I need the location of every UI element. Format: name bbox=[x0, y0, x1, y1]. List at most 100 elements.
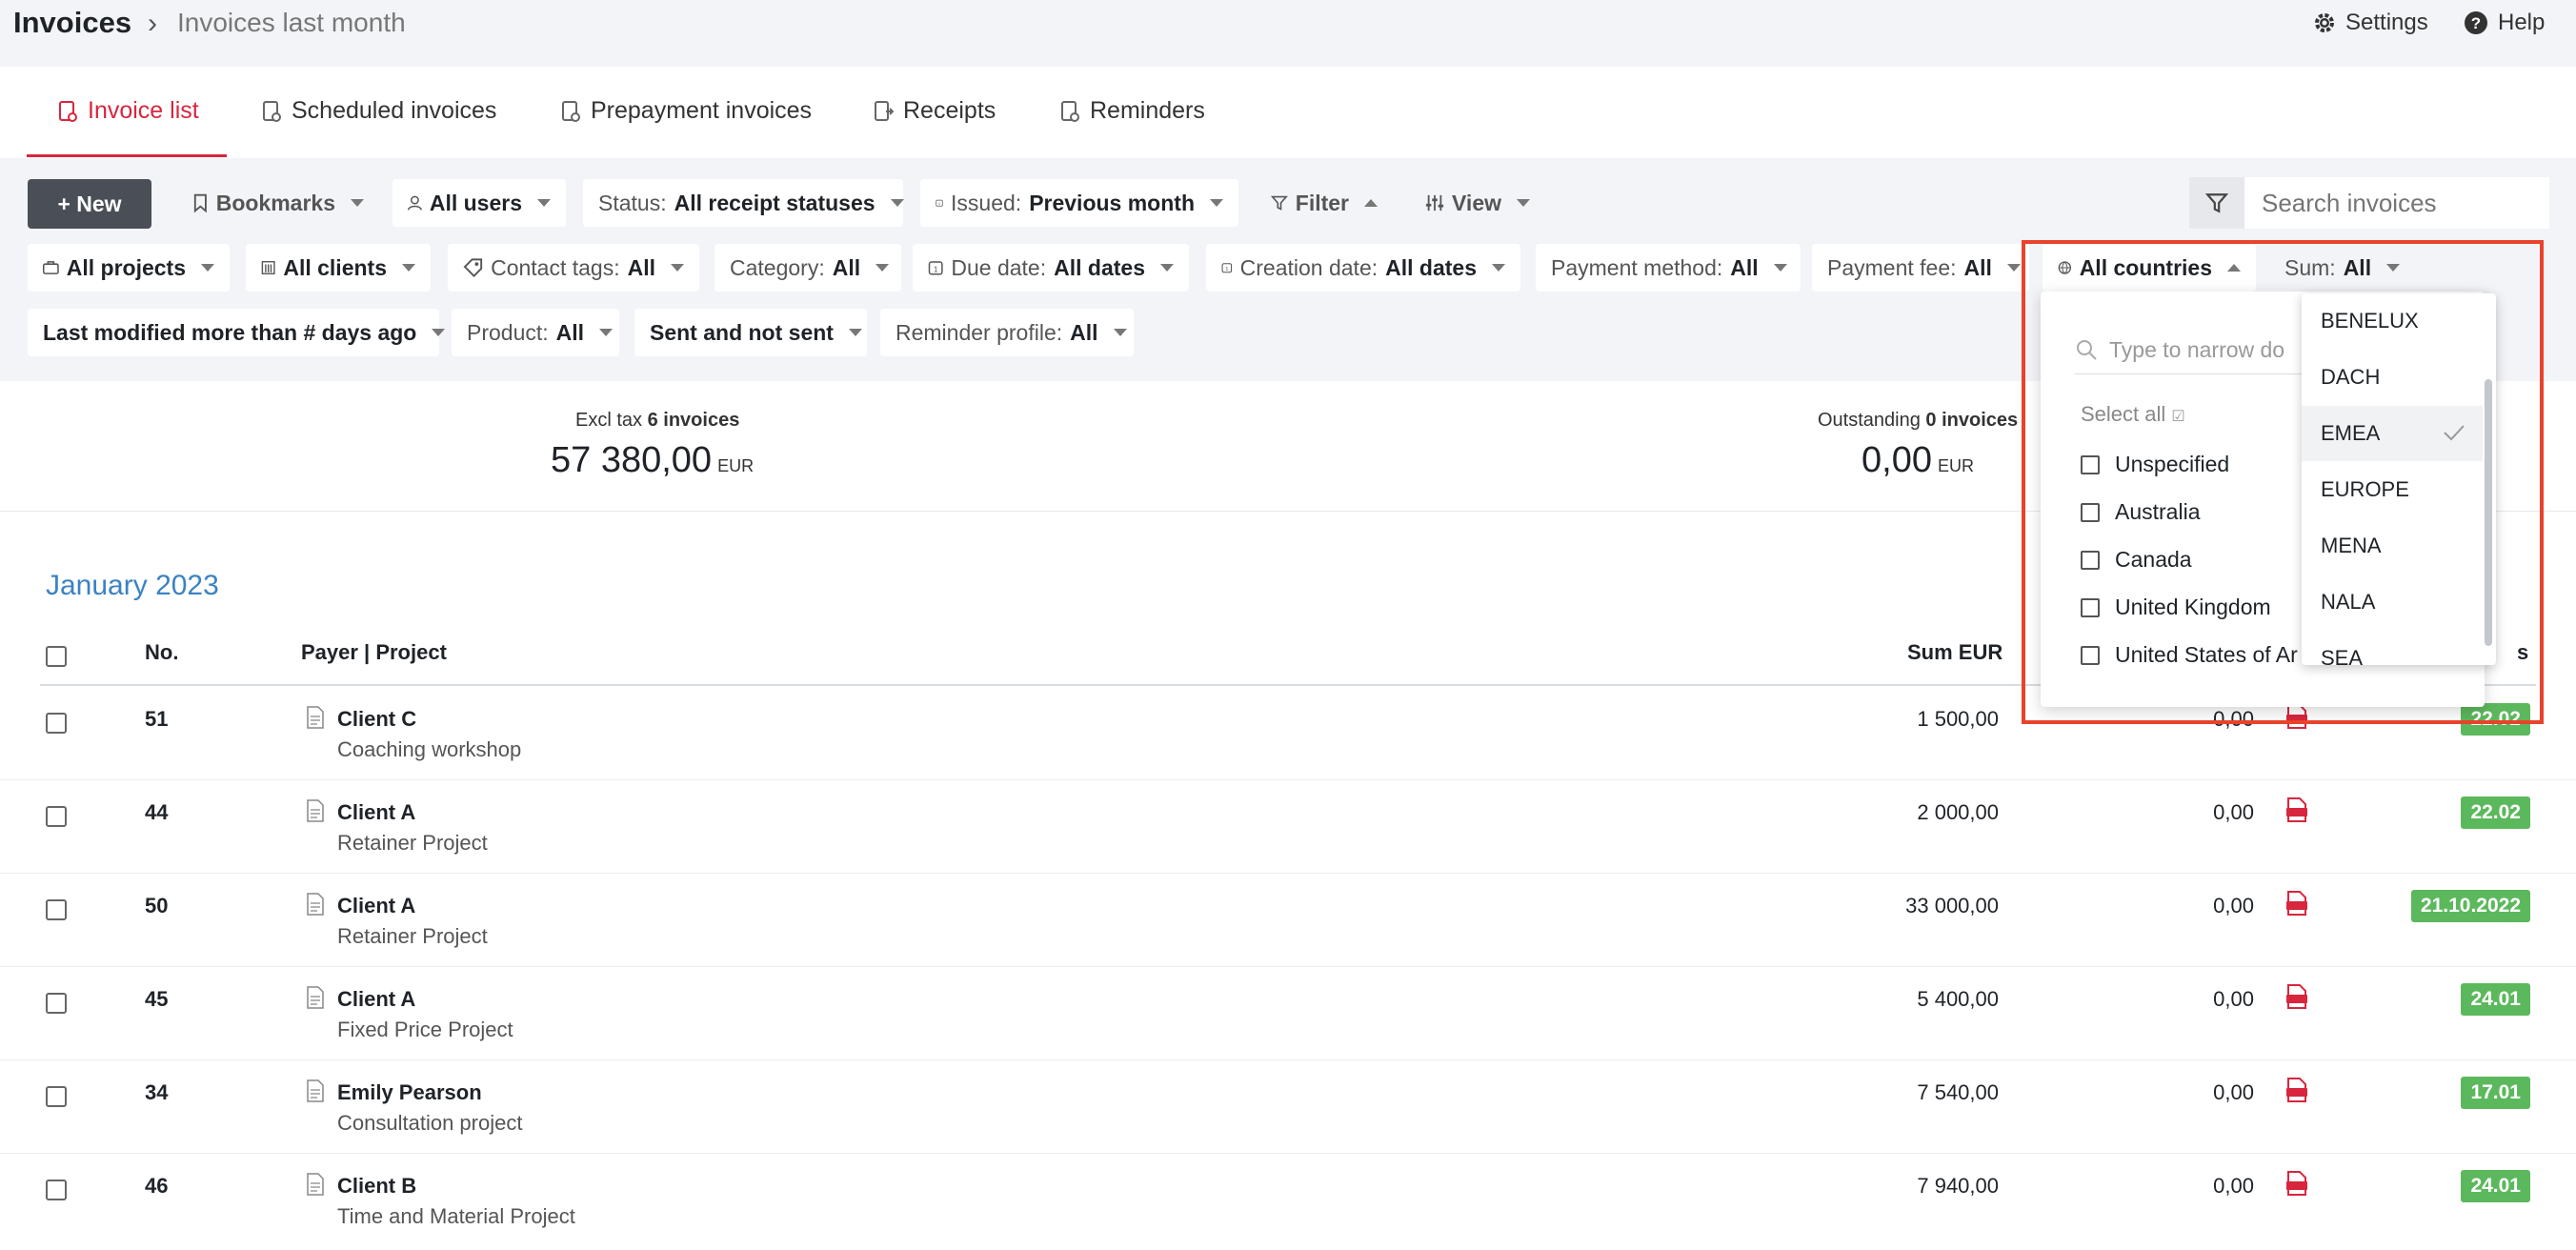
option-checkbox[interactable] bbox=[2081, 597, 2100, 617]
breadcrumb-root[interactable]: Invoices bbox=[13, 6, 131, 40]
chevron-down-icon bbox=[537, 199, 551, 207]
region-option[interactable]: SEA bbox=[2302, 631, 2483, 665]
table-row[interactable]: 50 Client A Retainer Project 33 000,00 0… bbox=[0, 873, 2576, 967]
users-dropdown[interactable]: All users bbox=[392, 179, 566, 227]
pdf-icon[interactable] bbox=[2284, 703, 2309, 730]
row-checkbox[interactable] bbox=[46, 713, 67, 734]
clients-dropdown[interactable]: All clients bbox=[246, 244, 431, 292]
invoice-number[interactable]: 51 bbox=[145, 707, 168, 732]
last-modified-label: Last modified more than # days ago bbox=[43, 319, 417, 345]
region-option[interactable]: NALA bbox=[2302, 575, 2483, 630]
country-option[interactable]: Canada bbox=[2081, 547, 2192, 573]
client-name[interactable]: Client A bbox=[337, 894, 415, 918]
region-option-selected[interactable]: EMEA bbox=[2302, 406, 2483, 461]
invoice-number[interactable]: 50 bbox=[145, 894, 168, 918]
pdf-icon[interactable] bbox=[2284, 983, 2309, 1010]
option-checkbox[interactable] bbox=[2081, 454, 2100, 474]
client-name[interactable]: Client A bbox=[337, 987, 415, 1012]
row-checkbox[interactable] bbox=[46, 993, 67, 1014]
client-name[interactable]: Client A bbox=[337, 800, 415, 825]
payment-fee-dropdown[interactable]: Payment fee: All bbox=[1812, 244, 2029, 292]
search-filter-button[interactable] bbox=[2189, 177, 2244, 229]
document-icon bbox=[307, 799, 324, 822]
projects-dropdown[interactable]: All projects bbox=[28, 244, 230, 292]
tab-reminders[interactable]: Reminders bbox=[1059, 97, 1205, 125]
invoice-number[interactable]: 45 bbox=[145, 987, 168, 1012]
client-name[interactable]: Client C bbox=[337, 707, 416, 732]
row-checkbox[interactable] bbox=[46, 806, 67, 827]
row-checkbox[interactable] bbox=[46, 1086, 67, 1107]
table-row[interactable]: 45 Client A Fixed Price Project 5 400,00… bbox=[0, 966, 2576, 1060]
client-name[interactable]: Client B bbox=[337, 1174, 416, 1199]
reminder-icon bbox=[1061, 100, 1079, 122]
option-checkbox[interactable] bbox=[2081, 645, 2100, 665]
filter-toggle[interactable]: Filter bbox=[1256, 179, 1393, 227]
region-option[interactable]: EUROPE bbox=[2302, 462, 2483, 517]
tab-receipts[interactable]: Receipts bbox=[873, 97, 996, 125]
search-input[interactable] bbox=[2244, 177, 2549, 229]
invoice-number[interactable]: 34 bbox=[145, 1080, 168, 1105]
chevron-down-icon bbox=[599, 329, 614, 336]
tab-invoice-list[interactable]: Invoice list bbox=[57, 97, 199, 125]
client-name[interactable]: Emily Pearson bbox=[337, 1080, 482, 1105]
reminder-profile-dropdown[interactable]: Reminder profile: All bbox=[880, 309, 1134, 356]
bookmarks-dropdown[interactable]: Bookmarks bbox=[177, 179, 379, 227]
svg-text:1: 1 bbox=[938, 201, 941, 206]
checkmark-icon bbox=[2444, 425, 2465, 441]
payment-method-dropdown[interactable]: Payment method: All bbox=[1536, 244, 1801, 292]
option-checkbox[interactable] bbox=[2081, 550, 2100, 570]
country-option[interactable]: Unspecified bbox=[2081, 452, 2229, 477]
column-header-payer[interactable]: Payer | Project bbox=[301, 640, 447, 665]
issued-dropdown[interactable]: 1 Issued: Previous month bbox=[920, 179, 1238, 227]
invoice-outstanding: 0,00 bbox=[2213, 1174, 2254, 1198]
country-option[interactable]: United Kingdom bbox=[2081, 595, 2271, 620]
pdf-icon[interactable] bbox=[2284, 796, 2309, 823]
view-dropdown[interactable]: View bbox=[1410, 179, 1545, 227]
table-row[interactable]: 34 Emily Pearson Consultation project 7 … bbox=[0, 1059, 2576, 1154]
pdf-icon[interactable] bbox=[2284, 1077, 2309, 1103]
country-option[interactable]: United States of Ar bbox=[2081, 642, 2298, 668]
chevron-down-icon bbox=[890, 199, 904, 207]
invoice-number[interactable]: 44 bbox=[145, 800, 168, 825]
region-option[interactable]: BENELUX bbox=[2302, 293, 2483, 349]
region-option[interactable]: DACH bbox=[2302, 350, 2483, 405]
table-row[interactable]: 46 Client B Time and Material Project 7 … bbox=[0, 1153, 2576, 1246]
sent-dropdown[interactable]: Sent and not sent bbox=[634, 309, 867, 356]
row-checkbox[interactable] bbox=[46, 899, 67, 920]
table-row[interactable]: 44 Client A Retainer Project 2 000,00 0,… bbox=[0, 779, 2576, 874]
select-all-checkbox[interactable] bbox=[46, 646, 67, 667]
region-list: BENELUX DACH EMEA EUROPE MENA NALA SEA bbox=[2302, 293, 2496, 665]
tab-scheduled-invoices[interactable]: Scheduled invoices bbox=[261, 97, 496, 125]
select-all-countries[interactable]: Select all ☑ bbox=[2081, 402, 2185, 427]
sum-dropdown[interactable]: Sum: All bbox=[2269, 244, 2403, 292]
help-button[interactable]: ? Help bbox=[2464, 10, 2545, 36]
category-dropdown[interactable]: Category: All bbox=[714, 244, 901, 292]
chevron-down-icon bbox=[1160, 264, 1174, 272]
tab-prepayment-invoices[interactable]: Prepayment invoices bbox=[560, 97, 812, 125]
contact-tags-dropdown[interactable]: Contact tags: All bbox=[448, 244, 699, 292]
invoice-number[interactable]: 46 bbox=[145, 1174, 168, 1199]
option-checkbox[interactable] bbox=[2081, 502, 2100, 522]
help-icon: ? bbox=[2465, 11, 2487, 34]
new-invoice-button[interactable]: + New bbox=[28, 179, 151, 229]
country-option[interactable]: Australia bbox=[2081, 499, 2200, 525]
product-dropdown[interactable]: Product: All bbox=[452, 309, 619, 356]
pdf-icon[interactable] bbox=[2284, 1170, 2309, 1197]
chevron-down-icon bbox=[875, 264, 890, 272]
column-header-status[interactable]: s bbox=[2517, 640, 2528, 665]
creation-date-dropdown[interactable]: 1 Creation date: All dates bbox=[1206, 244, 1520, 292]
row-checkbox[interactable] bbox=[46, 1179, 67, 1200]
bookmarks-label: Bookmarks bbox=[215, 190, 335, 215]
column-header-sum[interactable]: Sum EUR bbox=[1907, 640, 2002, 665]
last-modified-dropdown[interactable]: Last modified more than # days ago bbox=[28, 309, 446, 356]
region-option[interactable]: MENA bbox=[2302, 518, 2483, 574]
pdf-icon[interactable] bbox=[2284, 890, 2309, 917]
status-dropdown[interactable]: Status: All receipt statuses bbox=[583, 179, 904, 227]
region-list-scrollbar[interactable] bbox=[2485, 379, 2492, 646]
status-badge: 22.02 bbox=[2461, 796, 2530, 829]
reminder-profile-prefix: Reminder profile: bbox=[896, 319, 1063, 345]
countries-dropdown[interactable]: All countries bbox=[2043, 244, 2256, 292]
column-header-no[interactable]: No. bbox=[145, 640, 178, 665]
settings-button[interactable]: Settings bbox=[2313, 10, 2428, 36]
due-date-dropdown[interactable]: 1 Due date: All dates bbox=[913, 244, 1189, 292]
